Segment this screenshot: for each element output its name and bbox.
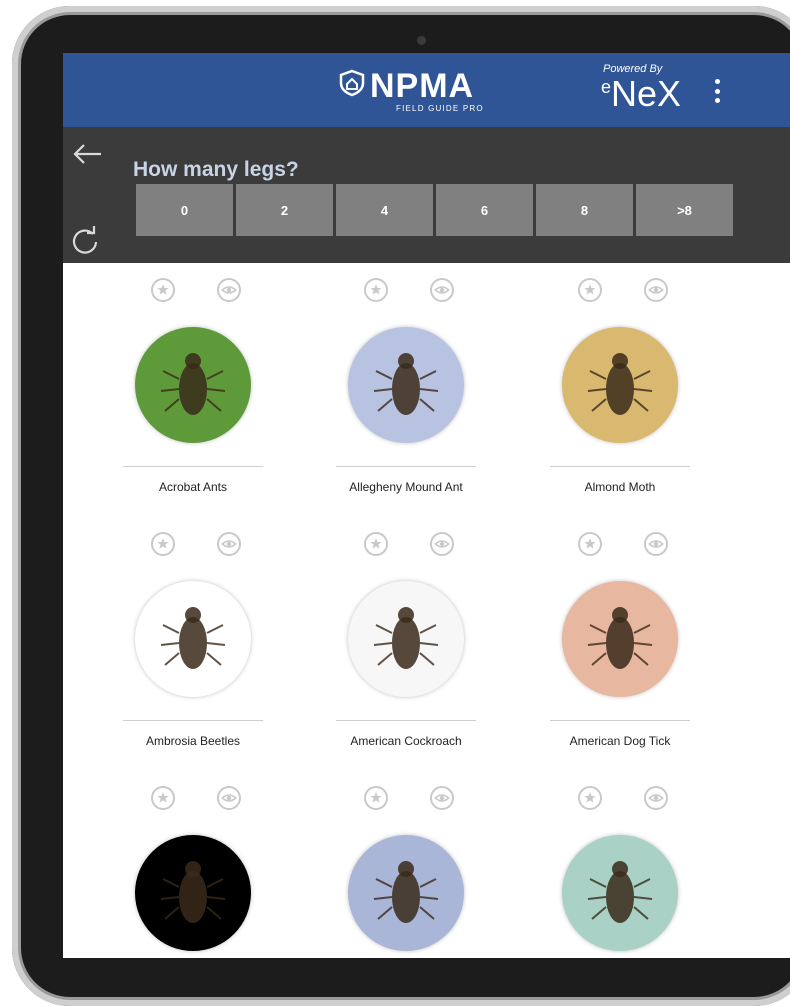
brand-subtitle: FIELD GUIDE PRO [396, 104, 484, 113]
insect-photo[interactable] [135, 327, 251, 443]
leg-option-2[interactable]: 2 [236, 184, 333, 236]
star-icon[interactable] [364, 278, 388, 302]
star-icon[interactable] [364, 532, 388, 556]
card-divider [336, 466, 476, 467]
insect-card[interactable]: American Cockroach [306, 532, 506, 772]
star-icon[interactable] [578, 278, 602, 302]
card-actions [93, 278, 293, 308]
bug-icon [587, 861, 653, 923]
bug-icon [160, 607, 226, 669]
eye-icon[interactable] [430, 278, 454, 302]
eye-icon[interactable] [430, 786, 454, 810]
insect-photo[interactable] [562, 835, 678, 951]
star-icon[interactable] [578, 786, 602, 810]
insect-photo[interactable] [562, 581, 678, 697]
insect-name: American Cockroach [350, 734, 462, 748]
insect-name: Allegheny Mound Ant [349, 480, 463, 494]
insect-card[interactable]: Almond Moth [520, 278, 720, 518]
insect-photo[interactable] [348, 581, 464, 697]
insect-card[interactable]: Ambrosia Beetles [93, 532, 293, 772]
shield-icon [339, 69, 365, 97]
insect-name: American Dog Tick [569, 734, 671, 748]
insect-photo[interactable] [135, 581, 251, 697]
eye-icon[interactable] [217, 278, 241, 302]
more-menu-icon[interactable] [715, 79, 721, 103]
brand-name: NPMA [370, 67, 475, 105]
insect-name: Ambrosia Beetles [145, 734, 241, 748]
card-actions [306, 532, 506, 562]
camera-dot [417, 36, 426, 45]
insect-card[interactable] [520, 786, 720, 958]
partner-logo: eNeX [601, 73, 681, 115]
card-actions [306, 278, 506, 308]
card-divider [123, 720, 263, 721]
arrow-left-icon[interactable] [70, 141, 104, 167]
card-divider [550, 466, 690, 467]
star-icon[interactable] [364, 786, 388, 810]
star-icon[interactable] [151, 278, 175, 302]
card-actions [306, 786, 506, 816]
bug-icon [160, 861, 226, 923]
eye-icon[interactable] [430, 532, 454, 556]
card-divider [550, 720, 690, 721]
bug-icon [160, 353, 226, 415]
insect-card[interactable]: American Dog Tick [520, 532, 720, 772]
partner-name: NeX [611, 73, 682, 114]
insect-photo[interactable] [348, 327, 464, 443]
insect-card[interactable] [306, 786, 506, 958]
bug-icon [373, 353, 439, 415]
card-actions [93, 532, 293, 562]
leg-option-6[interactable]: 6 [436, 184, 533, 236]
card-divider [336, 720, 476, 721]
insect-card[interactable]: Acrobat Ants [93, 278, 293, 518]
card-actions [520, 786, 720, 816]
insect-photo[interactable] [562, 327, 678, 443]
insect-card[interactable]: Allegheny Mound Ant [306, 278, 506, 518]
star-icon[interactable] [151, 786, 175, 810]
question-panel: How many legs? 0 2 4 6 8 >8 [110, 127, 790, 263]
leg-option-0[interactable]: 0 [136, 184, 233, 236]
insect-photo[interactable] [348, 835, 464, 951]
eye-icon[interactable] [217, 786, 241, 810]
left-rail [63, 127, 110, 263]
bug-icon [587, 353, 653, 415]
bug-icon [373, 607, 439, 669]
card-actions [93, 786, 293, 816]
card-divider [123, 466, 263, 467]
eye-icon[interactable] [217, 532, 241, 556]
card-actions [520, 278, 720, 308]
eye-icon[interactable] [644, 278, 668, 302]
eye-icon[interactable] [644, 786, 668, 810]
refresh-icon[interactable] [69, 225, 101, 257]
app-screen: NPMA FIELD GUIDE PRO Powered By eNeX How… [63, 53, 790, 958]
bug-icon [373, 861, 439, 923]
card-actions [520, 532, 720, 562]
insect-card[interactable] [93, 786, 293, 958]
leg-option-4[interactable]: 4 [336, 184, 433, 236]
eye-icon[interactable] [644, 532, 668, 556]
insect-photo[interactable] [135, 835, 251, 951]
app-bar: NPMA FIELD GUIDE PRO Powered By eNeX [63, 53, 790, 127]
insect-name: Acrobat Ants [158, 480, 228, 494]
insect-name: Almond Moth [584, 480, 656, 494]
question-title: How many legs? [133, 158, 299, 181]
star-icon[interactable] [578, 532, 602, 556]
leg-count-options: 0 2 4 6 8 >8 [136, 184, 733, 236]
star-icon[interactable] [151, 532, 175, 556]
leg-option-8[interactable]: 8 [536, 184, 633, 236]
partner-prefix: e [601, 77, 612, 97]
bug-icon [587, 607, 653, 669]
leg-option-more-than-8[interactable]: >8 [636, 184, 733, 236]
